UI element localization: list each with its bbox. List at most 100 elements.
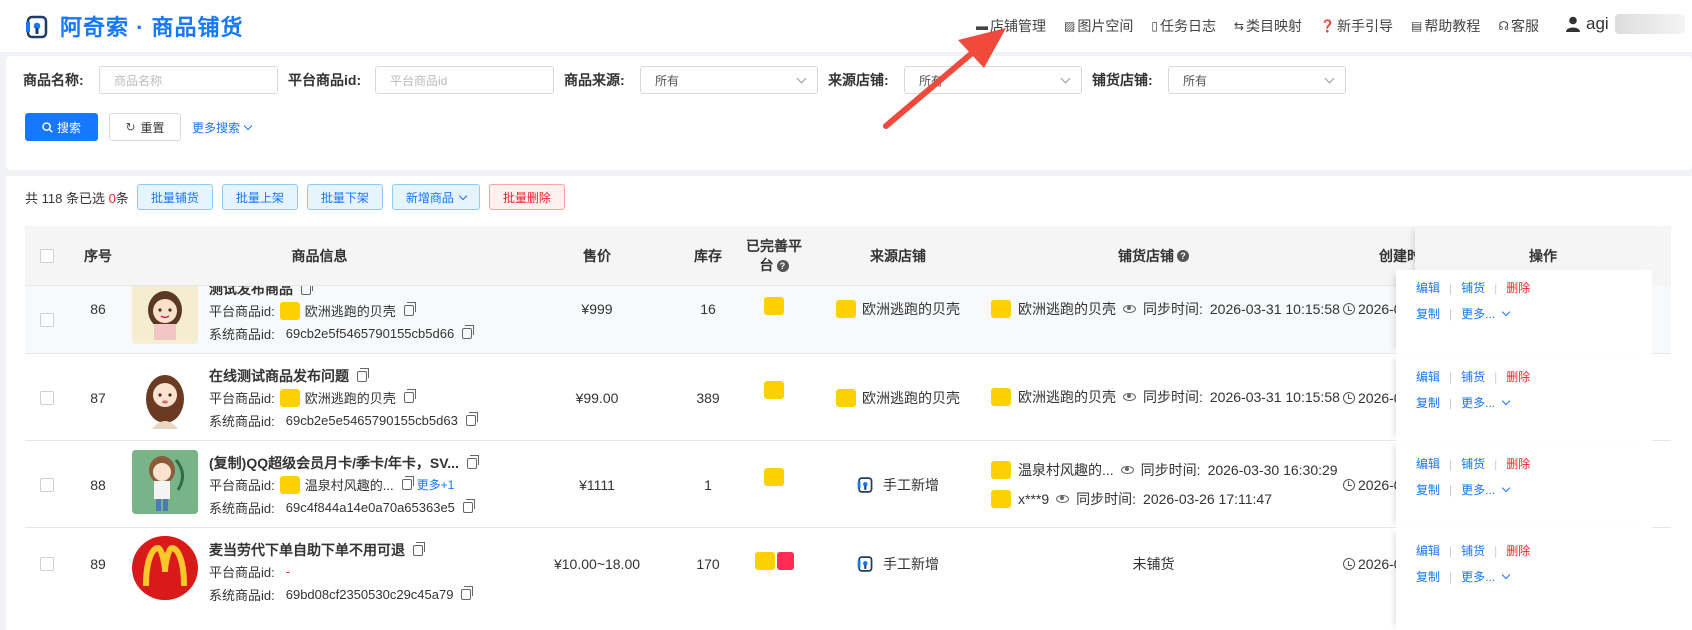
eye-icon[interactable] — [1056, 495, 1070, 503]
copy-icon[interactable] — [401, 476, 414, 490]
more-platforms-link[interactable]: 更多+1 — [417, 476, 455, 493]
product-thumbnail[interactable] — [132, 536, 198, 600]
nav-store-management[interactable]: ▬ 店铺管理 — [976, 16, 1046, 36]
question-icon[interactable]: ? — [1177, 250, 1189, 262]
eye-icon[interactable] — [1123, 305, 1136, 313]
more-search-label: 更多搜索 — [192, 121, 241, 135]
clock-icon — [1343, 558, 1355, 570]
batch-delete-button[interactable]: 批量删除 — [488, 184, 565, 210]
row-checkbox[interactable] — [40, 557, 54, 571]
copy-icon[interactable] — [462, 325, 475, 339]
batch-distribute-button[interactable]: 批量铺货 — [136, 184, 213, 210]
system-id-line: 系统商品id: 69cb2e5f5465790155cb5d66 — [209, 324, 475, 343]
copy-link[interactable]: 复制 — [1416, 481, 1440, 498]
more-actions-link[interactable]: 更多... — [1461, 305, 1495, 322]
system-id-label: 系统商品id: — [209, 588, 275, 603]
edit-link[interactable]: 编辑 — [1416, 542, 1440, 559]
more-search-link[interactable]: 更多搜索 — [192, 119, 253, 136]
edit-link[interactable]: 编辑 — [1416, 279, 1440, 296]
batch-list-button[interactable]: 批量上架 — [221, 184, 298, 210]
col-source-shop: 来源店铺 — [870, 247, 926, 264]
product-title[interactable]: 测试发布商品 — [209, 286, 293, 299]
distribute-link[interactable]: 铺货 — [1461, 279, 1485, 296]
more-actions-link[interactable]: 更多... — [1461, 394, 1495, 411]
copy-icon[interactable] — [466, 454, 479, 469]
more-actions-link[interactable]: 更多... — [1461, 568, 1495, 585]
new-product-button[interactable]: 新增商品 — [391, 184, 480, 210]
copy-icon[interactable] — [357, 367, 369, 382]
separator: | — [1494, 280, 1498, 295]
user-name: agi — [1586, 14, 1609, 33]
delete-link[interactable]: 删除 — [1506, 279, 1530, 296]
distribute-link[interactable]: 铺货 — [1461, 542, 1485, 559]
logo[interactable]: 阿奇索 · 商品铺货 — [26, 10, 244, 42]
col-platform-line1: 已完善平 — [746, 238, 802, 254]
edit-link[interactable]: 编辑 — [1416, 455, 1440, 472]
nav-label: 新手引导 — [1336, 18, 1393, 34]
dist-shop-label: 铺货店铺: — [1092, 72, 1153, 88]
manual-add-icon — [857, 476, 873, 493]
more-actions-link[interactable]: 更多... — [1461, 481, 1495, 498]
copy-icon[interactable] — [403, 302, 416, 316]
row-index: 89 — [90, 556, 106, 572]
copy-icon[interactable] — [413, 541, 425, 556]
separator: | — [1449, 543, 1453, 558]
count-text: 共 118 条已选 — [25, 190, 109, 206]
delete-link[interactable]: 删除 — [1506, 368, 1530, 385]
price: ¥1111 — [579, 476, 615, 493]
nav-guide[interactable]: ❓ 新手引导 — [1320, 16, 1393, 36]
row-checkbox[interactable] — [40, 390, 54, 405]
question-icon[interactable]: ? — [776, 260, 789, 273]
product-source-select[interactable]: 所有 — [640, 66, 818, 94]
platform-id-empty: - — [285, 564, 291, 579]
col-dist-shop-label: 铺货店铺 — [1118, 247, 1174, 264]
nav-category-mapping[interactable]: ⇆ 类目映射 — [1234, 16, 1302, 36]
nav-customer-service[interactable]: ☊ 客服 — [1498, 16, 1539, 36]
batch-delist-button[interactable]: 批量下架 — [306, 184, 383, 210]
edit-link[interactable]: 编辑 — [1416, 368, 1440, 385]
separator: | — [1449, 569, 1453, 584]
copy-link[interactable]: 复制 — [1416, 305, 1440, 322]
copy-icon[interactable] — [403, 389, 416, 403]
eye-icon[interactable] — [1123, 393, 1136, 401]
delete-link[interactable]: 删除 — [1506, 455, 1530, 472]
product-title[interactable]: 麦当劳代下单自助下单不用可退 — [209, 540, 405, 560]
distribute-link[interactable]: 铺货 — [1461, 455, 1485, 472]
row-checkbox[interactable] — [40, 313, 54, 327]
row-index: 87 — [90, 389, 106, 406]
logo-icon — [26, 14, 50, 39]
new-product-label: 新增商品 — [405, 190, 454, 205]
product-name-input[interactable]: 商品名称 — [99, 66, 278, 94]
copy-link[interactable]: 复制 — [1416, 568, 1440, 585]
user-menu[interactable]: agi — [1566, 14, 1685, 34]
platform-id-input[interactable]: 平台商品id — [375, 66, 554, 94]
eye-icon[interactable] — [1120, 466, 1134, 474]
platform-shop-name: 温泉村风趣的... — [304, 478, 394, 493]
dist-shop-name: 欧洲逃跑的贝壳 — [1018, 389, 1116, 405]
nav-image-space[interactable]: ▨ 图片空间 — [1064, 16, 1133, 36]
meituan-badge — [764, 468, 784, 486]
copy-icon[interactable] — [462, 499, 475, 513]
dist-shop-name: x***9 — [1018, 491, 1050, 507]
product-thumbnail[interactable] — [132, 450, 198, 514]
nav-tutorial[interactable]: ▤ 帮助教程 — [1411, 16, 1480, 36]
product-thumbnail[interactable] — [132, 286, 198, 344]
distribute-link[interactable]: 铺货 — [1461, 368, 1485, 385]
product-title[interactable]: (复制)QQ超级会员月卡/季卡/年卡，SV... — [209, 453, 459, 473]
nav-task-log[interactable]: ▯ 任务日志 — [1151, 16, 1216, 36]
source-shop-name: 欧洲逃跑的贝壳 — [862, 301, 960, 317]
select-all-checkbox[interactable] — [40, 249, 54, 263]
dist-shop-select[interactable]: 所有 — [1168, 66, 1346, 94]
copy-icon[interactable] — [465, 412, 478, 426]
product-title[interactable]: 在线测试商品发布问题 — [209, 366, 349, 386]
delete-link[interactable]: 删除 — [1506, 542, 1530, 559]
copy-link[interactable]: 复制 — [1416, 394, 1440, 411]
product-thumbnail[interactable] — [132, 365, 198, 429]
row-checkbox[interactable] — [40, 477, 54, 492]
reset-button[interactable]: ↻ 重置 — [109, 113, 181, 141]
search-button[interactable]: 搜索 — [25, 113, 98, 141]
source-shop-select[interactable]: 所有 — [904, 66, 1082, 94]
copy-icon[interactable] — [461, 586, 474, 600]
copy-icon[interactable] — [301, 286, 313, 295]
system-id-value: 69cb2e5f5465790155cb5d66 — [285, 326, 455, 341]
